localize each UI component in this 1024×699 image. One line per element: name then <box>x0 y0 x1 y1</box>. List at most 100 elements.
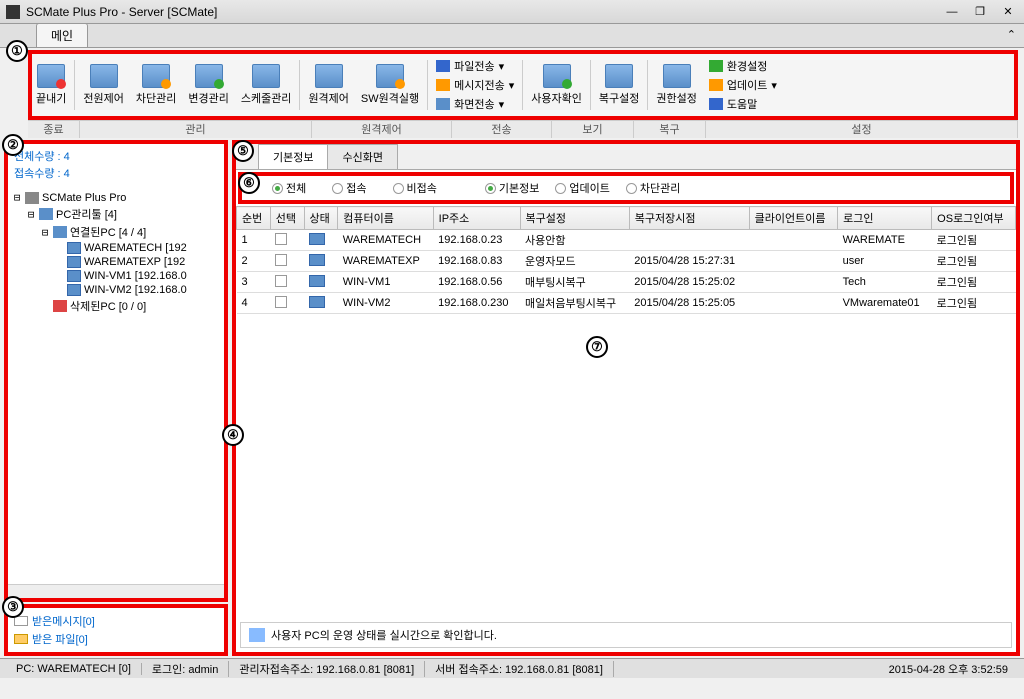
col-restore[interactable]: 복구설정 <box>520 207 629 230</box>
tree-pcmgr[interactable]: ⊟PC관리툴 [4] <box>12 205 220 223</box>
col-client[interactable]: 클라이언트이름 <box>749 207 837 230</box>
pc-table[interactable]: 순번 선택 상태 컴퓨터이름 IP주소 복구설정 복구저장시점 클라이언트이름 … <box>236 206 1016 314</box>
tree-pc-node[interactable]: WAREMATECH [192 <box>12 241 220 255</box>
table-row[interactable]: 3WIN-VM1192.168.0.56매부팅시복구2015/04/28 15:… <box>237 272 1016 293</box>
maximize-button[interactable]: ❐ <box>970 5 990 19</box>
status-bar: PC: WAREMATECH [0] 로그인: admin 관리자접속주소: 1… <box>0 658 1024 678</box>
server-icon <box>25 192 39 204</box>
status-admin-addr: 관리자접속주소: 192.168.0.81 [8081] <box>229 661 425 677</box>
state-icon <box>309 275 325 287</box>
minimize-button[interactable]: — <box>942 5 962 19</box>
col-os[interactable]: OS로그인여부 <box>932 207 1016 230</box>
exit-button[interactable]: 끝내기 <box>32 62 70 108</box>
table-row[interactable]: 2WAREMATEXP192.168.0.83운영자모드2015/04/28 1… <box>237 251 1016 272</box>
user-check-icon <box>543 64 571 88</box>
detail-panel: ④ ⑤ 기본정보 수신화면 ⑥ 전체 접속 비접속 기본정보 업데이트 차단관리… <box>232 140 1020 656</box>
pc-icon <box>67 270 81 282</box>
settings-group: 환경설정 업데이트 ▾ 도움말 <box>705 57 781 113</box>
filter-basic[interactable]: 기본정보 <box>485 180 539 196</box>
col-time[interactable]: 복구저장시점 <box>629 207 749 230</box>
schedule-mgmt-button[interactable]: 스케줄관리 <box>237 62 296 108</box>
status-login: 로그인: admin <box>142 661 229 677</box>
table-row[interactable]: 4WIN-VM2192.168.0.230매일처음부팅시복구2015/04/28… <box>237 293 1016 314</box>
pc-icon <box>67 284 81 296</box>
tree-scrollbar[interactable] <box>8 584 224 598</box>
tree-pc-node[interactable]: WAREMATEXP [192 <box>12 255 220 269</box>
change-icon <box>195 64 223 88</box>
user-check-button[interactable]: 사용자확인 <box>527 62 586 108</box>
col-no[interactable]: 순번 <box>237 207 271 230</box>
state-icon <box>309 296 325 308</box>
main-tab[interactable]: 메인 <box>36 23 88 47</box>
tree-connected[interactable]: ⊟연결된PC [4 / 4] <box>12 223 220 241</box>
sw-remote-button[interactable]: SW원격실행 <box>357 62 423 108</box>
table-row[interactable]: 1WAREMATECH192.168.0.23사용안함WAREMATE로그인됨 <box>237 230 1016 251</box>
tree-pc-node[interactable]: WIN-VM1 [192.168.0 <box>12 269 220 283</box>
env-icon <box>709 60 723 72</box>
tree-pc-node[interactable]: WIN-VM2 [192.168.0 <box>12 283 220 297</box>
screen-send-icon <box>436 98 450 110</box>
tab-recv-screen[interactable]: 수신화면 <box>327 144 397 169</box>
status-datetime: 2015-04-28 오후 3:52:59 <box>879 661 1018 677</box>
permission-button[interactable]: 권한설정 <box>652 62 700 108</box>
row-checkbox[interactable] <box>275 254 287 266</box>
power-icon <box>90 64 118 88</box>
col-select[interactable]: 선택 <box>270 207 304 230</box>
deleted-icon <box>53 300 67 312</box>
tree-deleted[interactable]: 삭제된PC [0 / 0] <box>12 297 220 315</box>
row-checkbox[interactable] <box>275 275 287 287</box>
pc-icon <box>67 242 81 254</box>
row-checkbox[interactable] <box>275 233 287 245</box>
received-files-link[interactable]: 받은 파일[0] <box>14 630 218 648</box>
ribbon-toolbar: 끝내기 전원제어 차단관리 변경관리 스케줄관리 원격제어 <box>28 50 1018 120</box>
tab-basic-info[interactable]: 기본정보 <box>258 144 328 169</box>
update-button[interactable]: 업데이트 ▾ <box>705 76 781 94</box>
main-content: ② 전체수량 : 4 접속수량 : 4 ⊟SCMate Plus Pro ⊟PC… <box>4 140 1020 656</box>
col-name[interactable]: 컴퓨터이름 <box>338 207 433 230</box>
sw-remote-icon <box>376 64 404 88</box>
col-ip[interactable]: IP주소 <box>433 207 520 230</box>
callout-7: ⑦ <box>586 336 608 358</box>
filter-connected[interactable]: 접속 <box>332 180 366 196</box>
description-text: 사용자 PC의 운영 상태를 실시간으로 확인합니다. <box>271 627 497 643</box>
received-messages-link[interactable]: 받은메시지[0] <box>14 612 218 630</box>
tree-panel: 전체수량 : 4 접속수량 : 4 ⊟SCMate Plus Pro ⊟PC관리… <box>4 140 228 602</box>
ribbon-group-labels: 종료 관리 원격제어 전송 보기 복구 설정 <box>28 120 1018 138</box>
tree-root[interactable]: ⊟SCMate Plus Pro <box>12 190 220 205</box>
block-mgmt-button[interactable]: 차단관리 <box>132 62 180 108</box>
help-button[interactable]: 도움말 <box>705 95 781 113</box>
send-group: 파일전송 ▾ 메시지전송 ▾ 화면전송 ▾ <box>432 57 518 113</box>
screen-send-button[interactable]: 화면전송 ▾ <box>432 95 518 113</box>
msg-send-button[interactable]: 메시지전송 ▾ <box>432 76 518 94</box>
col-state[interactable]: 상태 <box>304 207 338 230</box>
filter-update[interactable]: 업데이트 <box>555 180 609 196</box>
filter-disconnected[interactable]: 비접속 <box>393 180 437 196</box>
filter-row: ⑥ 전체 접속 비접속 기본정보 업데이트 차단관리 <box>238 172 1014 204</box>
callout-1: ① <box>6 40 28 62</box>
callout-3: ③ <box>2 596 24 618</box>
close-button[interactable]: ✕ <box>998 5 1018 19</box>
status-pc: PC: WAREMATECH [0] <box>6 663 142 675</box>
msg-send-icon <box>436 79 450 91</box>
remote-icon <box>315 64 343 88</box>
power-control-button[interactable]: 전원제어 <box>79 62 127 108</box>
state-icon <box>309 254 325 266</box>
filter-all[interactable]: 전체 <box>272 180 306 196</box>
remote-control-button[interactable]: 원격제어 <box>304 62 352 108</box>
callout-5: ⑤ <box>232 140 254 162</box>
update-icon <box>709 79 723 91</box>
collapse-ribbon-icon[interactable]: ⌃ <box>1007 28 1016 41</box>
restore-button[interactable]: 복구설정 <box>595 62 643 108</box>
total-count: 전체수량 : 4 <box>14 148 218 164</box>
row-checkbox[interactable] <box>275 296 287 308</box>
change-mgmt-button[interactable]: 변경관리 <box>184 62 232 108</box>
filter-block[interactable]: 차단관리 <box>626 180 680 196</box>
pc-tree[interactable]: ⊟SCMate Plus Pro ⊟PC관리툴 [4] ⊟연결된PC [4 / … <box>8 186 224 584</box>
col-login[interactable]: 로그인 <box>838 207 932 230</box>
restore-icon <box>605 64 633 88</box>
folder-icon <box>53 226 67 238</box>
env-setting-button[interactable]: 환경설정 <box>705 57 781 75</box>
file-send-button[interactable]: 파일전송 ▾ <box>432 57 518 75</box>
callout-4: ④ <box>222 424 244 446</box>
exit-icon <box>37 64 65 88</box>
